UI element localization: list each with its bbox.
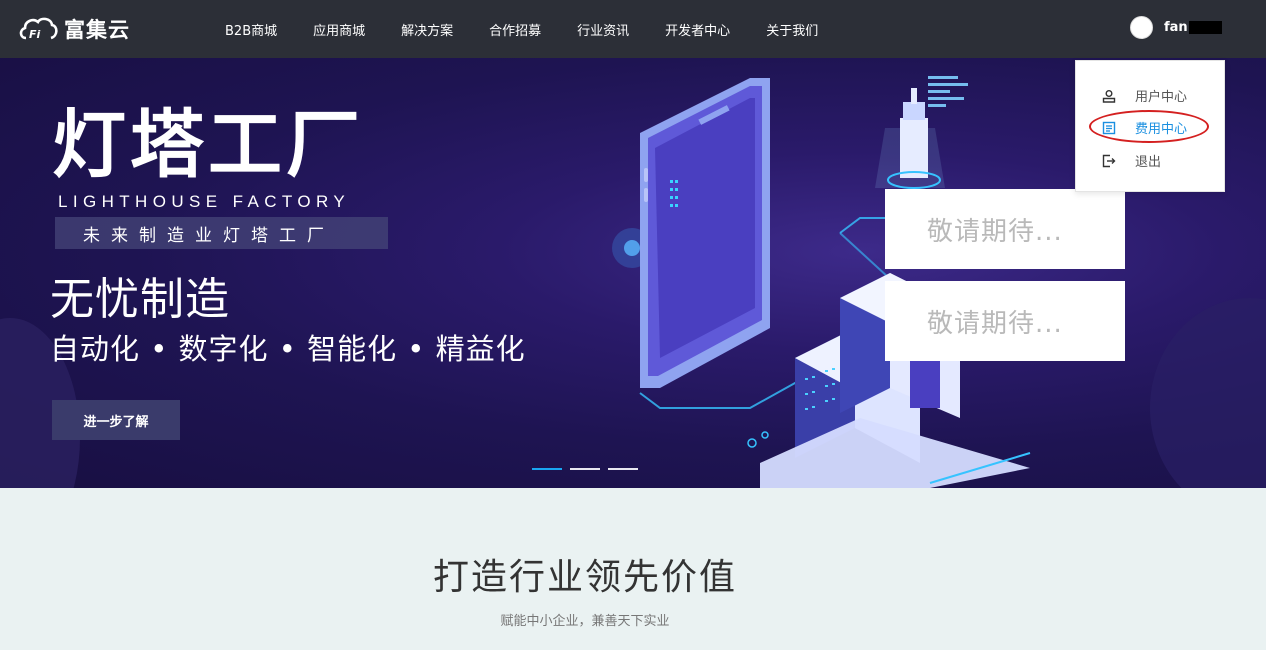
hero-tagline: 自动化 • 数字化 • 智能化 • 精益化 [50,332,526,366]
username[interactable]: fan [1164,20,1222,35]
nav-item-app-store[interactable]: 应用商城 [295,20,383,39]
coming-soon-panel: 敬请期待... [885,281,1125,361]
top-navbar: Fi 富集云 B2B商城 应用商城 解决方案 合作招募 行业资讯 开发者中心 关… [0,0,1266,58]
menu-item-user-center[interactable]: 用户中心 [1102,86,1187,105]
menu-item-label: 用户中心 [1135,90,1188,105]
carousel-dot[interactable] [608,468,638,470]
hero-subtitle: 未来制造业灯塔工厂 [55,217,388,249]
section-title: 打造行业领先价值 [432,557,737,598]
menu-item-label: 费用中心 [1135,122,1188,137]
billing-icon [1102,121,1116,134]
hero-title-en: LIGHTHOUSE FACTORY [58,192,351,211]
nav-item-b2b-mall[interactable]: B2B商城 [207,20,295,39]
nav-item-partners[interactable]: 合作招募 [471,20,559,39]
brand-name: 富集云 [64,18,130,42]
redacted-block [1188,21,1222,34]
nav-item-about[interactable]: 关于我们 [748,20,836,39]
menu-item-billing-center[interactable]: 费用中心 [1102,118,1187,137]
coming-soon-panel: 敬请期待... [885,189,1125,269]
nav-item-news[interactable]: 行业资讯 [559,20,647,39]
menu-item-logout[interactable]: 退出 [1102,151,1161,170]
hero-heading: 无忧制造 [50,274,230,325]
carousel-dot[interactable] [570,468,600,470]
learn-more-button[interactable]: 进一步了解 [52,400,180,440]
logout-icon [1102,154,1116,167]
menu-item-label: 退出 [1135,155,1162,170]
avatar[interactable] [1130,16,1153,39]
lighthouse-illustration [612,76,1031,488]
user-center-icon [1102,89,1116,103]
nav-item-developers[interactable]: 开发者中心 [647,20,748,39]
svg-text:Fi: Fi [29,28,41,41]
decor-blob [1150,298,1266,488]
nav-item-solutions[interactable]: 解决方案 [383,20,471,39]
carousel-dot[interactable] [532,468,562,470]
user-menu-trigger[interactable]: fan [1130,16,1222,39]
hero-title: 灯塔工厂 [52,102,364,188]
carousel-indicators [532,468,646,470]
user-dropdown-menu: 用户中心 费用中心 退出 [1075,60,1225,192]
brand-logo[interactable]: Fi 富集云 [18,12,130,46]
section-subtitle: 赋能中小企业，兼善天下实业 [500,614,670,629]
main-nav: B2B商城 应用商城 解决方案 合作招募 行业资讯 开发者中心 关于我们 [207,0,836,58]
cloud-logo-icon: Fi [19,17,58,41]
